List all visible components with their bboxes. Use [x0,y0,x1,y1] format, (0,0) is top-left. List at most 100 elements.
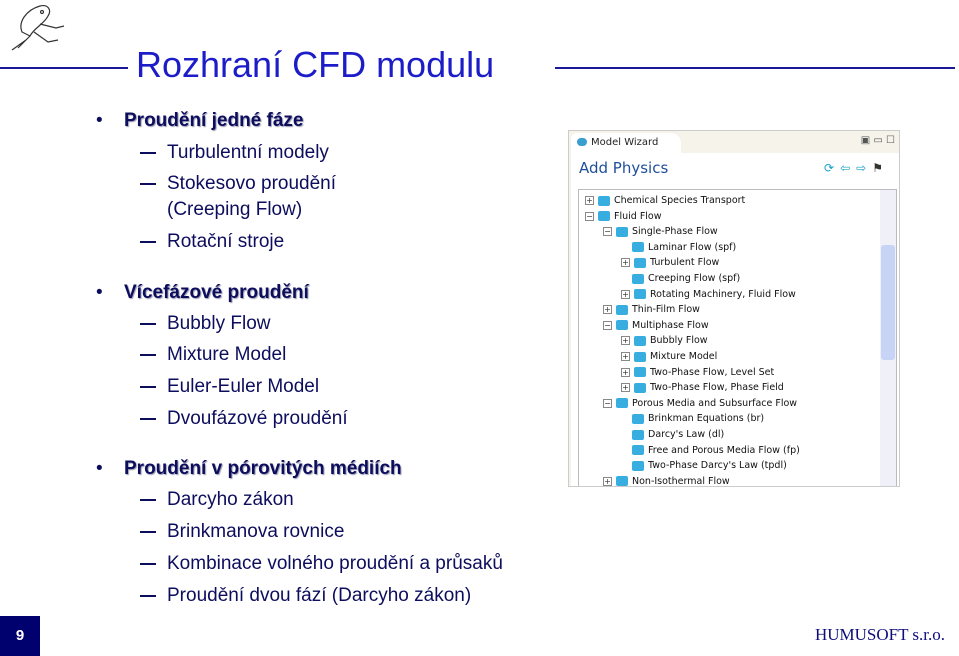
physics-tree: + Chemical Species Transport − Fluid Flow − S… [578,189,897,486]
tree-item: + Rotating Machinery, Fluid Flow [621,287,796,302]
tree-item: + Turbulent Flow [621,255,719,270]
tree-item-label: Porous Media and Subsurface Flow [632,397,798,409]
tree-item: + Chemical Species Transport [585,193,745,208]
tree-item-label: Free and Porous Media Flow (fp) [648,444,800,456]
list-item: Turbulentní modely [140,140,329,166]
list-item: Euler-Euler Model [140,374,319,400]
expander-icon: + [621,367,630,377]
physics-icon [634,335,646,346]
list-item: Rotační stroje [140,229,284,255]
physics-icon [616,476,628,486]
tree-item: + Two-Phase Flow, Phase Field [621,380,784,395]
tree-item: + Mixture Model [621,349,717,364]
expander-icon: + [621,258,630,268]
tab-model-wizard: Model Wizard [571,133,681,153]
page-title: Rozhraní CFD modulu [136,44,495,85]
expander-icon: − [585,211,594,221]
tree-item-label: Creeping Flow (spf) [648,273,741,284]
expander-icon: + [621,383,630,393]
brand-footer: HUMUSOFT s.r.o. [814,625,945,644]
tree-item-label: Mixture Model [650,351,718,362]
expander-icon [621,431,628,438]
physics-icon [634,257,646,268]
tree-item-label: Two-Phase Flow, Phase Field [650,382,784,394]
tree-item-label: Two-Phase Darcy's Law (tpdl) [648,460,787,472]
back-arrow-icon: ⇦ [840,161,857,175]
tree-item: Laminar Flow (spf) [621,240,736,255]
tree-item: Two-Phase Darcy's Law (tpdl) [621,458,787,473]
physics-icon [634,351,646,362]
tree-item: Darcy's Law (dl) [621,427,724,442]
physics-icon [632,273,644,284]
expander-icon: + [603,305,612,315]
forward-arrow-icon: ⇨ [856,161,873,175]
scrollbar-thumb [881,245,895,360]
tree-item-label: Single-Phase Flow [632,226,718,238]
tree-item: + Non-Isothermal Flow [603,474,730,486]
header-rule-left [0,67,128,69]
tree-item-label: Non-Isothermal Flow [632,475,730,486]
physics-icon [634,367,646,378]
physics-icon [632,429,644,440]
physics-icon [632,413,644,424]
physics-icon [598,211,610,222]
tree-item: Free and Porous Media Flow (fp) [621,443,800,458]
model-wizard-icon [577,138,587,146]
bullet-heading: Proudění v pórovitých médiích [96,458,402,480]
model-wizard-screenshot: Model Wizard ▣ ▭ ☐ Add Physics ⟳⇦⇨⚑ + Che… [568,130,900,487]
tree-item: + Two-Phase Flow, Level Set [621,365,774,380]
expander-icon [621,275,628,282]
physics-icon [632,445,644,456]
expander-icon: + [621,336,630,346]
physics-icon [632,242,644,253]
tree-item: − Porous Media and Subsurface Flow [603,396,797,411]
tree-item: − Multiphase Flow [603,318,709,333]
expander-icon [621,462,628,469]
tree-item-label: Thin-Film Flow [632,304,700,316]
tree-item: Creeping Flow (spf) [621,271,740,286]
physics-icon [616,398,628,409]
physics-icon [616,226,628,237]
tree-item: + Thin-Film Flow [603,302,700,317]
list-item: Bubbly Flow [140,311,271,337]
tree-item: − Single-Phase Flow [603,224,718,239]
scrollbar [880,190,896,486]
list-item: Mixture Model [140,342,286,368]
list-item: Kombinace volného proudění a průsaků [140,551,503,577]
tree-item-label: Rotating Machinery, Fluid Flow [650,288,796,300]
expander-icon: + [585,196,594,205]
expander-icon [621,244,628,251]
list-item: Stokesovo proudění (Creeping Flow) [140,171,336,223]
wizard-toolbar: ⟳⇦⇨⚑ [824,161,889,175]
physics-icon [598,195,610,206]
add-physics-heading: Add Physics [579,159,669,177]
bullet-heading: Vícefázové proudění [96,282,309,304]
tree-item: − Fluid Flow [585,209,662,224]
tree-item: Brinkman Equations (br) [621,411,764,426]
physics-icon [616,304,628,315]
expander-icon [621,415,628,422]
expander-icon: − [603,227,612,237]
tree-item-label: Fluid Flow [614,210,662,222]
tree-item-label: Two-Phase Flow, Level Set [650,366,775,378]
header-rule-right [555,67,955,69]
tree-item-label: Turbulent Flow [650,257,720,269]
bullet-heading: Proudění jedné fáze [96,110,303,132]
tree-item-label: Chemical Species Transport [614,195,746,206]
page-number: 9 [0,616,40,656]
tree-item-label: Darcy's Law (dl) [648,429,725,440]
list-item: Dvoufázové proudění [140,406,348,432]
physics-icon [632,460,644,471]
list-item: Brinkmanova rovnice [140,519,344,545]
physics-icon [634,382,646,393]
tree-item-label: Bubbly Flow [650,335,708,347]
physics-icon [634,289,646,300]
refresh-icon: ⟳ [824,161,841,175]
window-buttons: ▣ ▭ ☐ [860,135,895,146]
expander-icon [621,447,628,454]
bird-sketch-logo [11,5,65,51]
finish-flag-icon: ⚑ [872,161,889,175]
expander-icon: + [621,352,630,361]
expander-icon: − [603,320,612,330]
physics-icon [616,320,628,331]
